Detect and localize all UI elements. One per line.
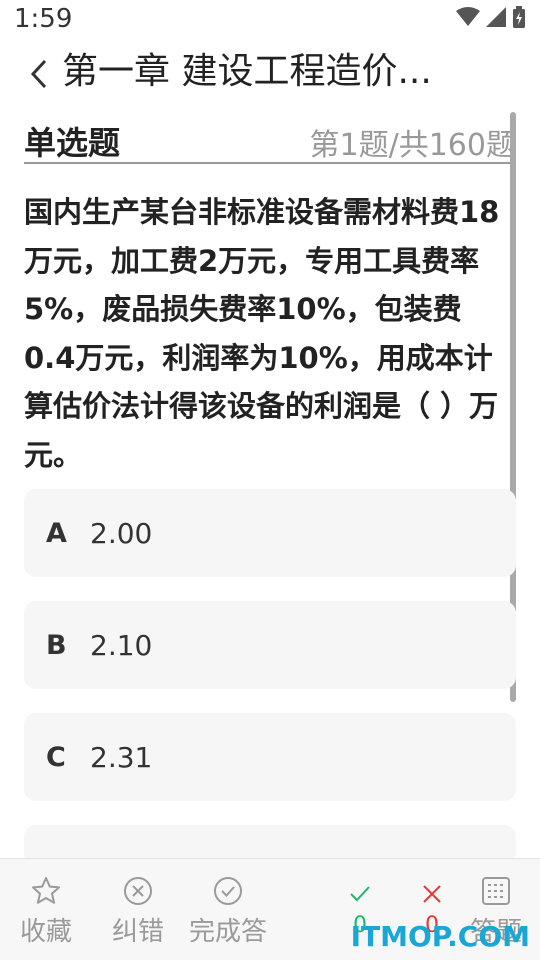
error-circle-icon <box>124 877 152 905</box>
report-error-label: 纠错 <box>111 917 164 947</box>
question-text: 国内生产某台非标准设备需材料费18万元，加工费2万元，专用工具费率5%，废品损失… <box>24 195 500 472</box>
battery-icon <box>513 6 525 28</box>
option-letter: C <box>46 741 66 773</box>
status-bar: 1:59 <box>0 0 540 40</box>
option-letter: B <box>46 629 67 661</box>
status-icons <box>456 6 526 28</box>
watermark: ITMOP.COM <box>350 920 530 953</box>
option-c[interactable]: C 2.31 <box>24 713 516 801</box>
question-type-header: 单选题 第1题/共160题 <box>24 116 516 164</box>
option-b[interactable]: B 2.10 <box>24 601 516 689</box>
grid-icon <box>482 877 510 905</box>
option-letter: A <box>46 517 67 549</box>
report-error-button[interactable]: 纠错 <box>110 859 166 960</box>
header: 第一章 建设工程造价... <box>0 40 540 100</box>
favorite-button[interactable]: 收藏 <box>18 859 74 960</box>
option-text: 2.00 <box>90 516 153 550</box>
chapter-title: 第一章 建设工程造价... <box>62 51 432 92</box>
wifi-icon <box>456 7 480 26</box>
finish-button[interactable]: 完成答 <box>186 859 270 960</box>
option-text: 2.31 <box>90 740 153 774</box>
chevron-left-icon <box>30 59 47 89</box>
back-button[interactable] <box>22 54 56 94</box>
favorite-label: 收藏 <box>19 917 72 947</box>
check-icon <box>350 886 370 902</box>
option-a[interactable]: A 2.00 <box>24 489 516 577</box>
finish-label: 完成答 <box>188 917 267 947</box>
question-type-label: 单选题 <box>24 124 121 162</box>
close-icon <box>423 885 441 903</box>
signal-icon <box>486 7 506 27</box>
star-icon <box>32 877 60 904</box>
option-text: 2.10 <box>90 628 153 662</box>
question-counter: 第1题/共160题 <box>309 128 516 163</box>
status-time: 1:59 <box>14 4 73 34</box>
check-circle-icon <box>214 877 242 905</box>
